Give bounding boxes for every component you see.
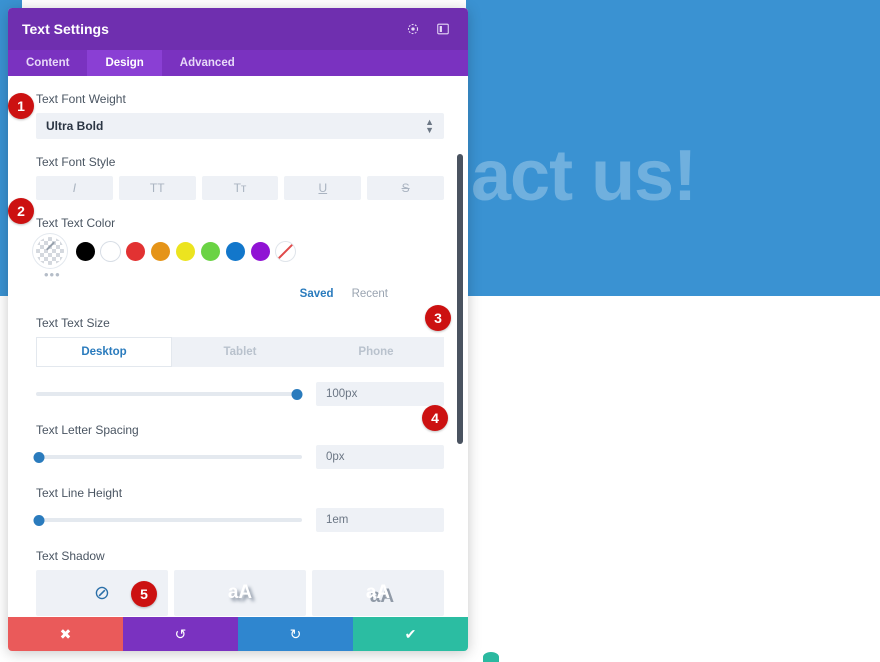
uppercase-button[interactable]: TT [119,176,196,200]
background-teal-accent [483,652,499,662]
callout-badge-2: 2 [8,198,34,224]
shadow-hard-right-option[interactable]: aA [312,570,444,616]
background-hero-heading: act us! [466,140,880,212]
section-letter-spacing: Text Letter Spacing 0px [36,423,444,470]
small-caps-button[interactable]: Tᴛ [202,176,279,200]
modal-title: Text Settings [22,21,394,37]
modal-header: Text Settings [8,8,468,50]
font-style-label: Text Font Style [36,155,444,169]
swatch-transparent[interactable] [276,242,295,261]
redo-button[interactable]: ↻ [238,617,353,651]
letter-spacing-slider[interactable] [36,444,302,470]
tab-design[interactable]: Design [87,50,161,76]
color-swatch-row [36,237,444,265]
cancel-button[interactable]: ✖ [8,617,123,651]
swatch-purple[interactable] [251,242,270,261]
text-shadow-label: Text Shadow [36,549,444,563]
swatch-black[interactable] [76,242,95,261]
font-weight-select[interactable]: Ultra Bold ▲▼ [36,113,444,139]
swatch-orange[interactable] [151,242,170,261]
underline-button[interactable]: U [284,176,361,200]
modal-scrollbar-thumb[interactable] [457,154,463,444]
slider-knob[interactable] [291,389,302,400]
text-size-input[interactable]: 100px [316,382,444,406]
modal-footer: ✖ ↺ ↻ ✔ [8,617,468,651]
section-text-color: Text Text Color ••• Saved Recent [36,216,444,300]
strikethrough-button[interactable]: S [367,176,444,200]
section-font-weight: Text Font Weight Ultra Bold ▲▼ [36,92,444,139]
text-color-label: Text Text Color [36,216,444,230]
callout-badge-1: 1 [8,93,34,119]
no-shadow-icon: ⊘ [94,582,110,605]
italic-button[interactable]: I [36,176,113,200]
section-line-height: Text Line Height 1em [36,486,444,533]
shadow-sample: aA [228,582,252,604]
swatch-blue[interactable] [226,242,245,261]
line-height-label: Text Line Height [36,486,444,500]
save-button[interactable]: ✔ [353,617,468,651]
saved-colors-tab[interactable]: Saved [300,288,334,300]
callout-badge-5: 5 [131,581,157,607]
color-saved-recent-tabs: Saved Recent [36,288,444,300]
line-height-slider[interactable] [36,507,302,533]
shadow-sample: aA [366,582,390,604]
line-height-controls: 1em [36,507,444,533]
section-font-style: Text Font Style I TT Tᴛ U S [36,155,444,200]
text-size-controls: 100px [36,381,444,407]
text-size-label: Text Text Size [36,316,444,330]
callout-badge-4: 4 [422,405,448,431]
tab-content[interactable]: Content [8,50,87,76]
font-weight-label: Text Font Weight [36,92,444,106]
shadow-bottom-right-option[interactable]: aA [174,570,306,616]
recent-colors-tab[interactable]: Recent [352,288,388,300]
swatch-yellow[interactable] [176,242,195,261]
device-tab-desktop[interactable]: Desktop [36,337,172,367]
move-icon[interactable] [402,18,424,40]
chevron-updown-icon: ▲▼ [425,118,434,134]
letter-spacing-input[interactable]: 0px [316,445,444,469]
text-shadow-grid: ⊘ aA aA aA aA aA [36,570,444,617]
color-picker-eyedropper[interactable] [36,237,64,265]
swatch-green[interactable] [201,242,220,261]
callout-badge-3: 3 [425,305,451,331]
letter-spacing-label: Text Letter Spacing [36,423,444,437]
slider-rail [36,518,302,522]
text-size-slider[interactable] [36,381,302,407]
font-style-buttons: I TT Tᴛ U S [36,176,444,200]
text-settings-modal: Text Settings Content Design Advanced Te… [8,8,468,651]
slider-knob[interactable] [33,452,44,463]
modal-tabs: Content Design Advanced [8,50,468,76]
device-tab-phone[interactable]: Phone [308,337,444,367]
swatch-red[interactable] [126,242,145,261]
line-height-input[interactable]: 1em [316,508,444,532]
swatch-white[interactable] [101,242,120,261]
section-text-shadow: Text Shadow ⊘ aA aA aA aA aA [36,549,444,617]
letter-spacing-controls: 0px [36,444,444,470]
undo-button[interactable]: ↺ [123,617,238,651]
modal-body: Text Font Weight Ultra Bold ▲▼ Text Font… [8,76,468,617]
tab-advanced[interactable]: Advanced [162,50,253,76]
slider-rail [36,455,302,459]
slider-knob[interactable] [33,515,44,526]
slider-rail [36,392,302,396]
color-more-dots[interactable]: ••• [36,267,444,282]
device-tab-tablet[interactable]: Tablet [172,337,308,367]
section-text-size: Text Text Size Desktop Tablet Phone 100p… [36,316,444,407]
text-size-device-tabs: Desktop Tablet Phone [36,337,444,367]
layout-panel-icon[interactable] [432,18,454,40]
font-weight-value: Ultra Bold [46,119,425,133]
